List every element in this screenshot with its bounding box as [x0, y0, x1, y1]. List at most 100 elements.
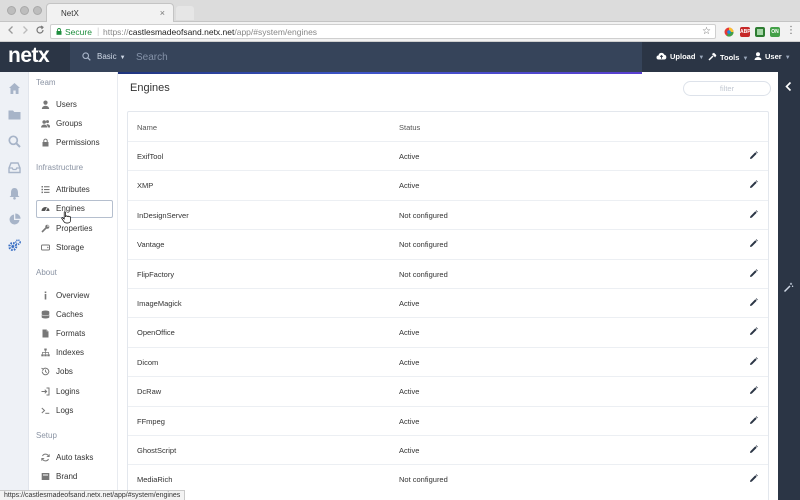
sidebar-item-properties[interactable]: Properties	[36, 220, 113, 238]
bell-icon[interactable]	[8, 187, 21, 200]
app-header: netx Basic▼ Upload▼ Tools▼ User▼	[0, 42, 800, 72]
extension-icon-4[interactable]: ON	[770, 27, 780, 37]
sidebar-item-label: Formats	[56, 329, 86, 338]
table-row[interactable]: ImageMagick Active	[128, 288, 768, 317]
window-minimize-button[interactable]	[20, 6, 29, 15]
sidebar-item-auto-tasks[interactable]: Auto tasks	[36, 449, 113, 467]
history-icon	[41, 367, 50, 376]
folder-icon[interactable]	[8, 108, 21, 121]
extension-icon-1[interactable]	[724, 27, 734, 37]
table-row[interactable]: InDesignServer Not configured	[128, 199, 768, 229]
chevron-down-icon: ▼	[119, 55, 126, 61]
search-mode-dropdown[interactable]: Basic ▼	[97, 52, 126, 61]
column-header-name[interactable]: Name	[137, 123, 157, 132]
table-row[interactable]: GhostScript Active	[128, 435, 768, 464]
sidebar-item-jobs[interactable]: Jobs	[36, 363, 113, 381]
forward-icon[interactable]	[20, 25, 30, 38]
reload-icon[interactable]	[35, 25, 45, 38]
table-row[interactable]: OpenOffice Active	[128, 317, 768, 346]
window-close-button[interactable]	[7, 6, 16, 15]
tab-close-icon[interactable]: ×	[160, 8, 165, 18]
table-row[interactable]: MediaRich Not configured	[128, 464, 768, 493]
sidebar-item-label: Brand	[56, 472, 78, 481]
pencil-icon[interactable]	[749, 386, 758, 395]
engine-status: Not configured	[399, 240, 448, 250]
sidebar-item-label: Jobs	[56, 367, 73, 376]
sidebar-item-groups[interactable]: Groups	[36, 115, 113, 133]
sidebar-item-indexes[interactable]: Indexes	[36, 344, 113, 362]
search-mode-label: Basic	[97, 52, 117, 61]
extension-icon-3[interactable]	[755, 27, 765, 37]
pencil-icon[interactable]	[749, 298, 758, 307]
engine-status: Active	[399, 299, 420, 308]
engine-name: InDesignServer	[137, 210, 189, 220]
filter-input[interactable]	[683, 81, 771, 96]
window-zoom-button[interactable]	[33, 6, 42, 15]
search-icon[interactable]	[8, 135, 21, 148]
sidebar-item-label: Storage	[56, 243, 85, 252]
pencil-icon[interactable]	[749, 268, 758, 278]
url-text[interactable]: https://castlesmadeofsand.netx.net/app/#…	[103, 27, 317, 37]
gears-icon[interactable]	[8, 239, 21, 252]
list-icon	[41, 186, 50, 194]
back-icon[interactable]	[6, 25, 16, 38]
sidebar-item-logins[interactable]: Logins	[36, 383, 113, 401]
sidebar-item-users[interactable]: Users	[36, 96, 113, 114]
engine-status: Not configured	[399, 210, 448, 220]
pencil-icon[interactable]	[749, 151, 758, 160]
upload-menu[interactable]: Upload ▼	[656, 52, 704, 61]
engine-name: FlipFactory	[137, 269, 175, 279]
user-label: User	[765, 52, 782, 61]
pencil-icon[interactable]	[749, 180, 758, 189]
browser-menu-icon[interactable]: ⋮	[786, 25, 796, 36]
sidebar-item-logs[interactable]: Logs	[36, 402, 113, 420]
sidebar-item-storage[interactable]: Storage	[36, 239, 113, 257]
user-menu[interactable]: User ▼	[754, 52, 791, 61]
sidebar-item-label: Users	[56, 100, 77, 109]
sidebar-item-attributes[interactable]: Attributes	[36, 181, 113, 199]
pencil-icon[interactable]	[749, 474, 758, 483]
magic-wand-icon[interactable]	[783, 282, 794, 293]
sidebar-item-caches[interactable]: Caches	[36, 306, 113, 324]
pencil-icon[interactable]	[749, 445, 758, 454]
adblock-extension-icon[interactable]: ABP	[740, 27, 751, 37]
column-header-status[interactable]: Status	[399, 123, 420, 132]
pencil-icon[interactable]	[749, 327, 758, 336]
browser-tab[interactable]: NetX ×	[46, 3, 174, 22]
database-icon	[41, 310, 50, 319]
engine-status: Active	[399, 387, 420, 397]
chevron-down-icon: ▼	[698, 55, 705, 61]
bookmark-star-icon[interactable]: ☆	[702, 26, 711, 37]
inbox-icon[interactable]	[8, 161, 21, 174]
table-row[interactable]: XMP Active	[128, 170, 768, 199]
table-row[interactable]: Dicom Active	[128, 346, 768, 376]
sidebar-item-engines[interactable]: Engines	[36, 200, 113, 218]
home-icon[interactable]	[8, 82, 21, 95]
search-input[interactable]	[136, 50, 616, 64]
lock-icon	[42, 138, 49, 147]
engine-name: GhostScript	[137, 446, 177, 455]
address-bar[interactable]: Secure | https://castlesmadeofsand.netx.…	[50, 24, 716, 39]
pie-chart-icon[interactable]	[8, 213, 21, 226]
tools-menu[interactable]: Tools ▼	[708, 52, 748, 62]
chevron-left-icon[interactable]	[783, 81, 794, 92]
sidebar-item-permissions[interactable]: Permissions	[36, 134, 113, 152]
sidebar-item-label: Groups	[56, 119, 83, 128]
netx-logo[interactable]: netx	[8, 44, 50, 68]
table-row[interactable]: FlipFactory Not configured	[128, 258, 768, 288]
table-row[interactable]: DcRaw Active	[128, 376, 768, 405]
table-row[interactable]: ExifTool Active	[128, 141, 768, 170]
new-tab-button[interactable]	[176, 6, 194, 20]
pencil-icon[interactable]	[749, 415, 758, 425]
sidebar-item-formats[interactable]: Formats	[36, 325, 113, 343]
sidebar-item-brand[interactable]: Brand	[36, 468, 113, 486]
engine-name: XMP	[137, 181, 154, 191]
pencil-icon[interactable]	[749, 209, 758, 219]
engine-name: FFmpeg	[137, 416, 165, 426]
pencil-icon[interactable]	[749, 356, 758, 366]
sidebar-item-overview[interactable]: Overview	[36, 287, 113, 305]
sitemap-icon	[41, 348, 50, 357]
pencil-icon[interactable]	[749, 239, 758, 248]
table-row[interactable]: Vantage Not configured	[128, 229, 768, 258]
table-row[interactable]: FFmpeg Active	[128, 405, 768, 435]
